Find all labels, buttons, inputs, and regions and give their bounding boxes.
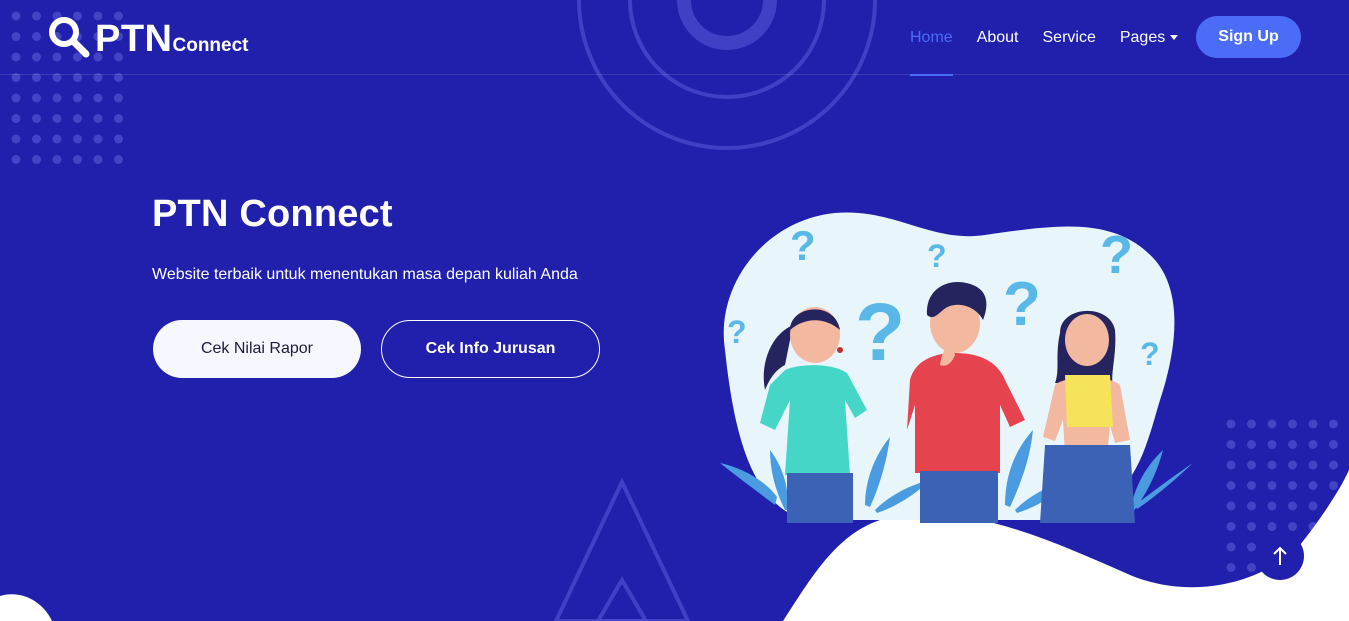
svg-text:?: ? xyxy=(855,287,905,378)
svg-text:?: ? xyxy=(1003,270,1041,339)
nav-pages[interactable]: Pages xyxy=(1108,0,1190,75)
search-icon xyxy=(49,17,90,58)
scroll-to-top-button[interactable] xyxy=(1256,532,1304,580)
nav-about[interactable]: About xyxy=(965,0,1031,75)
chevron-down-icon xyxy=(1170,35,1179,40)
site-logo[interactable]: PTN Connect xyxy=(47,13,249,61)
nav-service-label: Service xyxy=(1042,28,1096,46)
svg-text:?: ? xyxy=(1100,225,1133,285)
site-header: PTN Connect Home About Service Pages Sig… xyxy=(0,0,1349,76)
cek-info-jurusan-button[interactable]: Cek Info Jurusan xyxy=(381,320,600,378)
logo-subtext: Connect xyxy=(172,35,249,56)
svg-text:?: ? xyxy=(727,314,747,350)
hero-title: PTN Connect xyxy=(152,193,393,235)
svg-text:?: ? xyxy=(1140,336,1160,372)
cek-nilai-rapor-label: Cek Nilai Rapor xyxy=(200,340,314,357)
svg-text:?: ? xyxy=(927,238,947,274)
main-nav: Home About Service Pages xyxy=(898,0,1190,76)
nav-service[interactable]: Service xyxy=(1031,0,1108,75)
nav-home-label: Home xyxy=(910,28,953,46)
hero-illustration: ? ? ? ? ? ? ? xyxy=(720,212,1193,523)
cek-info-jurusan-label: Cek Info Jurusan xyxy=(425,340,556,357)
arrow-up-icon xyxy=(1273,546,1287,565)
nav-home[interactable]: Home xyxy=(898,0,965,76)
nav-pages-label: Pages xyxy=(1119,28,1166,46)
signup-button[interactable]: Sign Up xyxy=(1196,16,1301,58)
cek-nilai-rapor-button[interactable]: Cek Nilai Rapor xyxy=(153,320,361,378)
nav-about-label: About xyxy=(976,28,1019,46)
svg-text:?: ? xyxy=(790,222,816,269)
signup-label: Sign Up xyxy=(1218,28,1279,45)
logo-text: PTN xyxy=(95,18,173,60)
hero-subtitle: Website terbaik untuk menentukan masa de… xyxy=(152,266,578,283)
